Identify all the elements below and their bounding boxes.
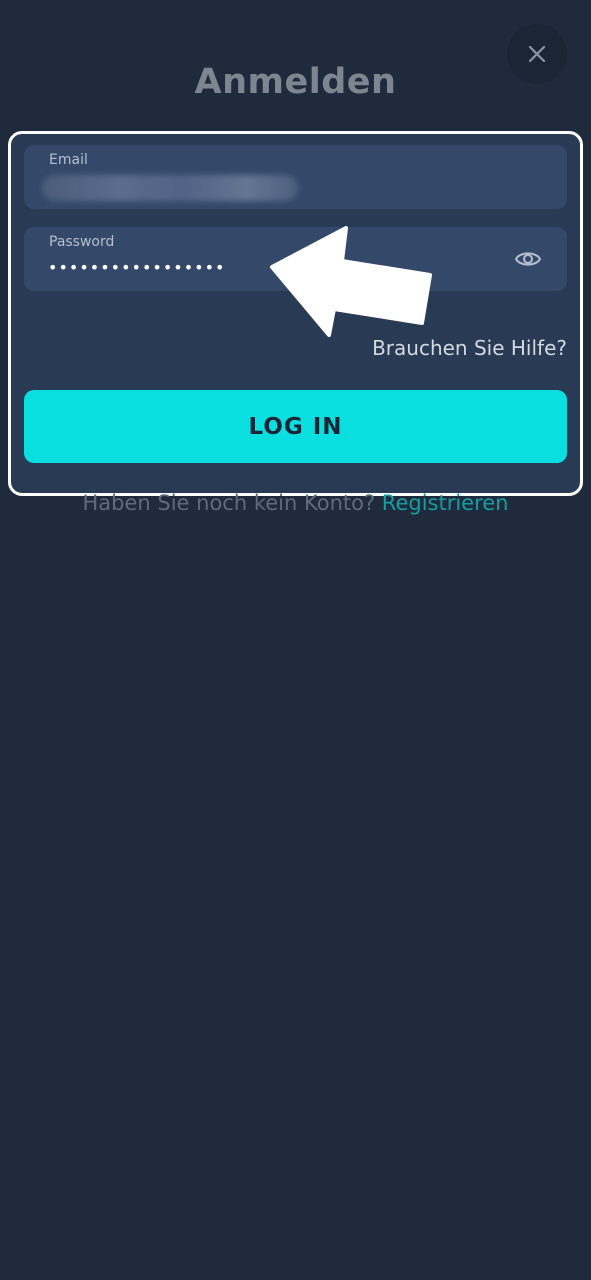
login-button[interactable]: LOG IN: [24, 390, 567, 463]
register-link[interactable]: Registrieren: [382, 491, 509, 515]
password-value: •••••••••••••••••: [48, 258, 226, 277]
close-icon: [528, 45, 546, 63]
page-title: Anmelden: [194, 62, 397, 102]
email-value-redacted: [42, 175, 298, 201]
email-label: Email: [49, 152, 88, 168]
eye-icon: [514, 252, 542, 266]
signup-prompt: Haben Sie noch kein Konto?: [82, 491, 376, 515]
login-button-label: LOG IN: [248, 413, 343, 440]
pointer-arrow-icon: [270, 226, 432, 337]
email-field[interactable]: Email: [24, 145, 567, 209]
signup-row: Haben Sie noch kein Konto? Registrieren: [0, 491, 591, 515]
password-label: Password: [49, 234, 115, 250]
show-password-toggle[interactable]: [514, 246, 542, 272]
